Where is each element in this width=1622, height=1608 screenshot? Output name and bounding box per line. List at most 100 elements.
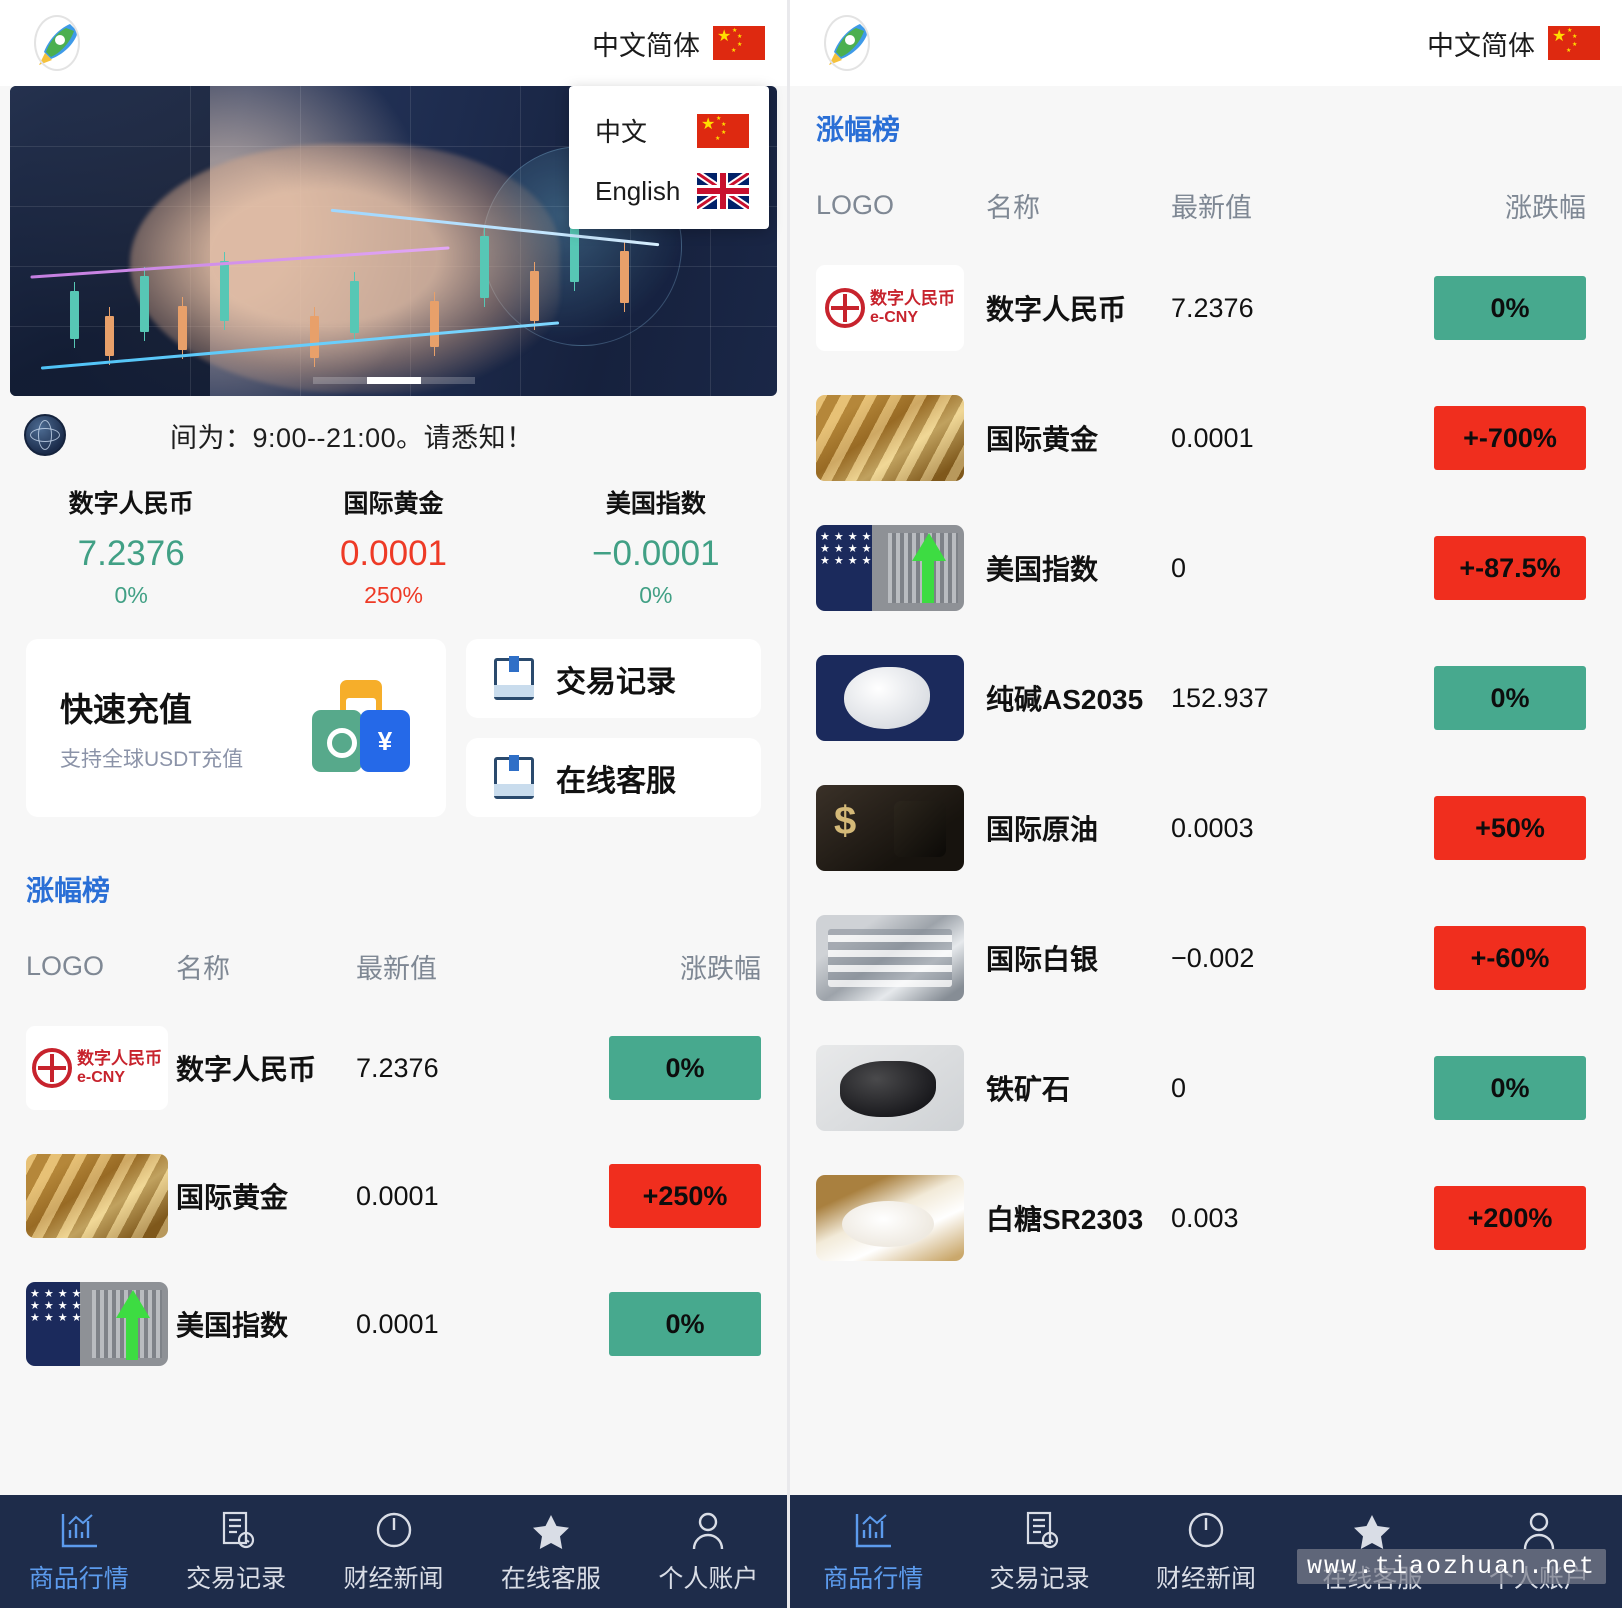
ranking-table-right: LOGO 名称 最新值 涨跌幅 数字人民币 e-CNY 数字人民币 7.2376 …	[790, 170, 1622, 1283]
table-row[interactable]: 数字人民币 e-CNY 数字人民币 7.2376 0%	[790, 243, 1622, 373]
row-value: −0.002	[1171, 942, 1255, 973]
language-dropdown-menu[interactable]: 中文 ★ ★ ★ ★ ★ English	[569, 86, 769, 229]
nav-label: 商品行情	[823, 1565, 924, 1593]
column-header-change: 涨跌幅	[680, 954, 761, 984]
row-value: 7.2376	[1171, 292, 1254, 323]
quote-summary-item[interactable]: 美国指数 −0.0001 0%	[525, 484, 787, 609]
ranking-section-title: 涨幅榜	[0, 851, 787, 931]
user-icon	[1516, 1505, 1562, 1555]
quote-summary-item[interactable]: 国际黄金 0.0001 250%	[262, 484, 524, 609]
quote-name: 美国指数	[605, 490, 706, 518]
yuan-symbol: ¥	[360, 710, 410, 772]
quick-recharge-card[interactable]: 快速充值 支持全球USDT充值 ¥	[26, 639, 446, 817]
row-change-badge: 0%	[1434, 1056, 1586, 1120]
star-icon	[528, 1505, 574, 1555]
nav-item-market[interactable]: 商品行情	[790, 1505, 956, 1595]
row-change-badge: +50%	[1434, 796, 1586, 860]
payment-cards-icon: ¥	[302, 680, 412, 776]
row-change-badge: 0%	[609, 1292, 761, 1356]
table-row[interactable]: 白糖SR2303 0.003 +200%	[790, 1153, 1622, 1283]
language-selector[interactable]: 中文简体 ★ ★ ★ ★ ★	[592, 24, 765, 63]
quote-value: 7.2376	[77, 534, 185, 573]
carousel-indicator[interactable]	[312, 377, 475, 384]
table-row[interactable]: ★★★★ ★★★★ ★★★★ 美国指数 0 +-87.5%	[790, 503, 1622, 633]
row-change-badge: +-60%	[1434, 926, 1586, 990]
row-value: 7.2376	[356, 1052, 439, 1083]
column-header-name: 名称	[176, 954, 230, 984]
notice-text: 间为：9:00--21:00。请悉知！	[170, 422, 534, 453]
app-header: 中文简体 ★ ★ ★ ★ ★	[0, 0, 787, 86]
row-name: 国际黄金	[986, 424, 1099, 455]
row-name: 国际黄金	[176, 1182, 289, 1213]
notice-marquee: 间为：9:00--21:00。请悉知！	[0, 396, 787, 474]
quote-value: 0.0001	[339, 534, 448, 573]
table-header-row: LOGO 名称 最新值 涨跌幅	[790, 170, 1622, 243]
ranking-table-left: LOGO 名称 最新值 涨跌幅 数字人民币 e-CNY 数字人民币 7.2376 …	[0, 931, 787, 1388]
china-flag-icon: ★ ★ ★ ★ ★	[1548, 26, 1600, 60]
recharge-title: 快速充值	[60, 691, 192, 728]
iron-logo-icon	[816, 1045, 964, 1131]
row-value: 0.0003	[1171, 812, 1254, 843]
china-flag-icon: ★ ★ ★ ★ ★	[713, 26, 765, 60]
row-name: 数字人民币	[986, 294, 1127, 325]
table-row[interactable]: 国际黄金 0.0001 +-700%	[790, 373, 1622, 503]
table-header-row: LOGO 名称 最新值 涨跌幅	[0, 931, 787, 1004]
right-phone-panel: 中文简体 ★ ★ ★ ★ ★ 涨幅榜 LOGO 名称 最新值 涨跌幅 数字人民币 e-CN…	[790, 0, 1622, 1608]
recharge-subtitle: 支持全球USDT充值	[60, 748, 244, 771]
row-change-badge: +200%	[1434, 1186, 1586, 1250]
row-name: 白糖SR2303	[986, 1204, 1144, 1235]
row-name: 美国指数	[176, 1310, 289, 1341]
column-header-name: 名称	[986, 193, 1040, 223]
column-header-value: 最新值	[1171, 193, 1252, 223]
nav-item-news[interactable]: 财经新闻	[1123, 1505, 1289, 1595]
table-row[interactable]: 铁矿石 0 0%	[790, 1023, 1622, 1153]
user-icon	[685, 1505, 731, 1555]
language-option-label: English	[595, 175, 681, 206]
language-selector[interactable]: 中文简体 ★ ★ ★ ★ ★	[1427, 24, 1600, 63]
nav-item-records[interactable]: 交易记录	[157, 1505, 314, 1595]
soda-logo-icon	[816, 655, 964, 741]
table-row[interactable]: 纯碱AS2035 152.937 0%	[790, 633, 1622, 763]
row-value: 0.0001	[1171, 422, 1254, 453]
star-icon	[1349, 1505, 1395, 1555]
document-clock-icon	[1017, 1505, 1063, 1555]
market-chart-icon	[56, 1505, 102, 1555]
language-option-chinese[interactable]: 中文 ★ ★ ★ ★ ★	[569, 100, 769, 161]
quote-summary-item[interactable]: 数字人民币 7.2376 0%	[0, 484, 262, 609]
ranking-section-title: 涨幅榜	[790, 86, 1622, 170]
table-row[interactable]: 国际黄金 0.0001 +250%	[0, 1132, 787, 1260]
row-change-badge: +-87.5%	[1434, 536, 1586, 600]
quote-change: 0%	[639, 582, 673, 608]
quote-name: 数字人民币	[68, 490, 194, 518]
table-row[interactable]: 数字人民币 e-CNY 数字人民币 7.2376 0%	[0, 1004, 787, 1132]
nav-item-market[interactable]: 商品行情	[0, 1505, 157, 1595]
app-header: 中文简体 ★ ★ ★ ★ ★	[790, 0, 1622, 86]
nav-item-records[interactable]: 交易记录	[956, 1505, 1122, 1595]
row-name: 国际白银	[986, 944, 1099, 975]
row-change-badge: +-700%	[1434, 406, 1586, 470]
nav-item-account[interactable]: 个人账户	[630, 1505, 787, 1595]
online-support-label: 在线客服	[556, 764, 676, 798]
table-row[interactable]: 国际原油 0.0003 +50%	[790, 763, 1622, 893]
site-watermark: www.tiaozhuan.net	[1296, 1549, 1606, 1584]
column-header-change: 涨跌幅	[1505, 193, 1586, 223]
china-flag-icon: ★ ★ ★ ★ ★	[697, 113, 749, 148]
column-header-value: 最新值	[356, 954, 437, 984]
gold-logo-icon	[26, 1154, 168, 1238]
row-change-badge: 0%	[609, 1036, 761, 1100]
online-support-button[interactable]: 在线客服	[466, 738, 761, 817]
carousel-dot[interactable]	[421, 377, 475, 384]
table-row[interactable]: ★★★★ ★★★★ ★★★★ 美国指数 0.0001 0%	[0, 1260, 787, 1388]
nav-item-news[interactable]: 财经新闻	[315, 1505, 472, 1595]
language-option-english[interactable]: English	[569, 161, 769, 221]
table-row[interactable]: 国际白银 −0.002 +-60%	[790, 893, 1622, 1023]
nav-label: 交易记录	[989, 1565, 1090, 1593]
row-value: 152.937	[1171, 682, 1269, 713]
nav-item-support[interactable]: 在线客服	[472, 1505, 629, 1595]
trade-records-button[interactable]: 交易记录	[466, 639, 761, 718]
dual-phone-screenshot: 中文简体 ★ ★ ★ ★ ★ 中文 ★ ★ ★ ★ ★ English 间为：9…	[0, 0, 1622, 1608]
action-cards: 快速充值 支持全球USDT充值 ¥ 交易记录 在线客服	[0, 631, 787, 851]
carousel-dot-active[interactable]	[366, 377, 421, 384]
row-value: 0	[1171, 552, 1187, 583]
carousel-dot[interactable]	[313, 377, 367, 384]
